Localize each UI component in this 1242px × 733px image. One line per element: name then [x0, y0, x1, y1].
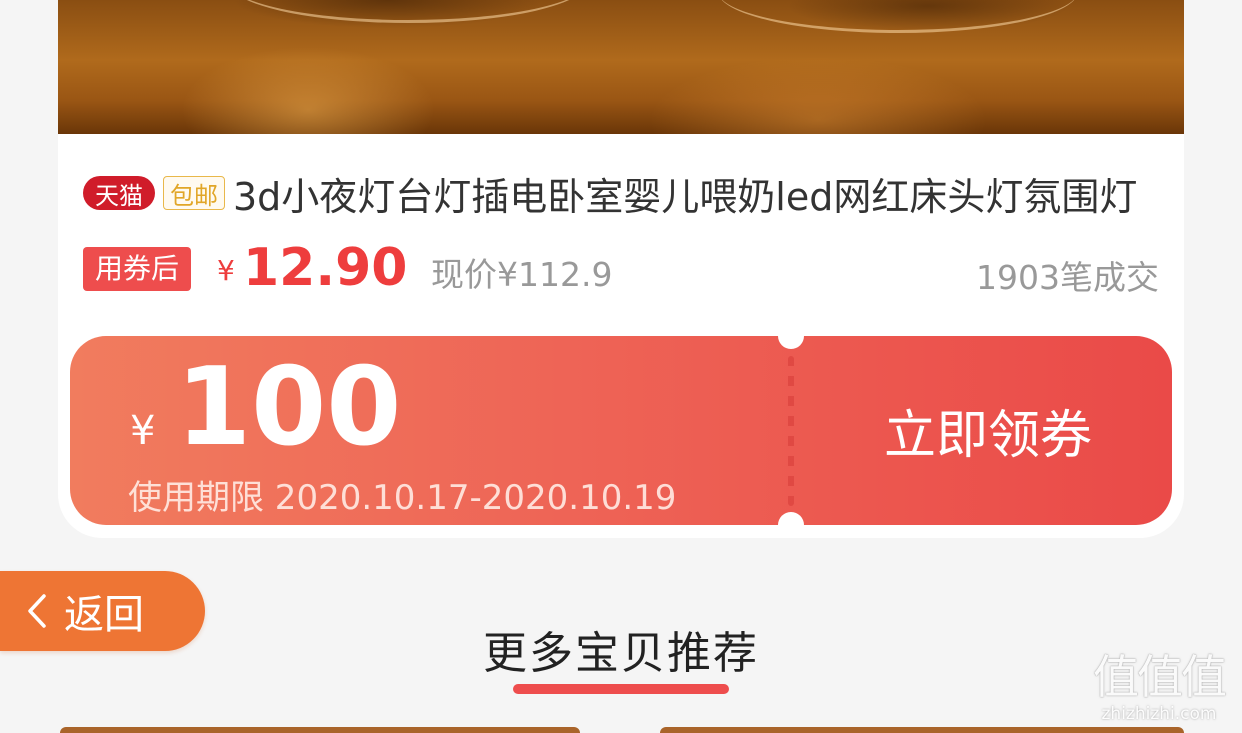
price-after-coupon: 12.90	[243, 238, 408, 298]
coupon-divider	[788, 356, 794, 506]
back-button[interactable]: 返回	[0, 571, 205, 651]
claim-coupon-label: 立即领券	[883, 406, 1092, 466]
coupon-amount: 100	[176, 345, 402, 470]
price-row: 用券后 ¥ 12.90 现价¥112.9 1903笔成交	[83, 238, 1159, 298]
watermark-url: zhizhizhi.com	[1101, 704, 1217, 724]
product-title[interactable]: 3d小夜灯台灯插电卧室婴儿喂奶led网红床头灯氛围灯	[233, 166, 1143, 221]
coupon-notch-bottom	[778, 512, 804, 525]
coupon-notch-top	[778, 336, 804, 349]
price-currency-symbol: ¥	[217, 254, 235, 287]
back-label: 返回	[64, 592, 144, 638]
coupon-banner[interactable]: ¥ 100 使用期限 2020.10.17-2020.10.19 立即领券	[70, 336, 1172, 525]
current-price: 现价¥112.9	[431, 255, 613, 294]
lamp-reflection	[718, 0, 1078, 33]
free-shipping-badge: 包邮	[163, 176, 225, 210]
lamp-reflection	[228, 0, 588, 23]
watermark: 值值值 zhizhizhi.com	[1086, 650, 1232, 724]
recommend-card-edge[interactable]	[60, 727, 580, 733]
recommend-card-edge[interactable]	[660, 727, 1184, 733]
product-card: 天猫 包邮 3d小夜灯台灯插电卧室婴儿喂奶led网红床头灯氛围灯 用券后 ¥ 1…	[58, 0, 1184, 538]
sales-count: 1903笔成交	[976, 258, 1159, 297]
after-coupon-tag: 用券后	[83, 247, 192, 291]
product-image[interactable]	[58, 0, 1184, 134]
section-underline	[513, 684, 729, 694]
tmall-badge: 天猫	[83, 176, 155, 210]
chevron-left-icon	[20, 591, 54, 631]
recommend-section-title: 更多宝贝推荐	[483, 628, 759, 679]
claim-coupon-button[interactable]: 立即领券	[804, 336, 1172, 525]
coupon-validity: 使用期限 2020.10.17-2020.10.19	[128, 478, 677, 518]
coupon-currency-symbol: ¥	[130, 408, 156, 454]
product-title-row: 天猫 包邮 3d小夜灯台灯插电卧室婴儿喂奶led网红床头灯氛围灯	[83, 165, 1143, 221]
watermark-logo: 值值值	[1093, 650, 1227, 704]
